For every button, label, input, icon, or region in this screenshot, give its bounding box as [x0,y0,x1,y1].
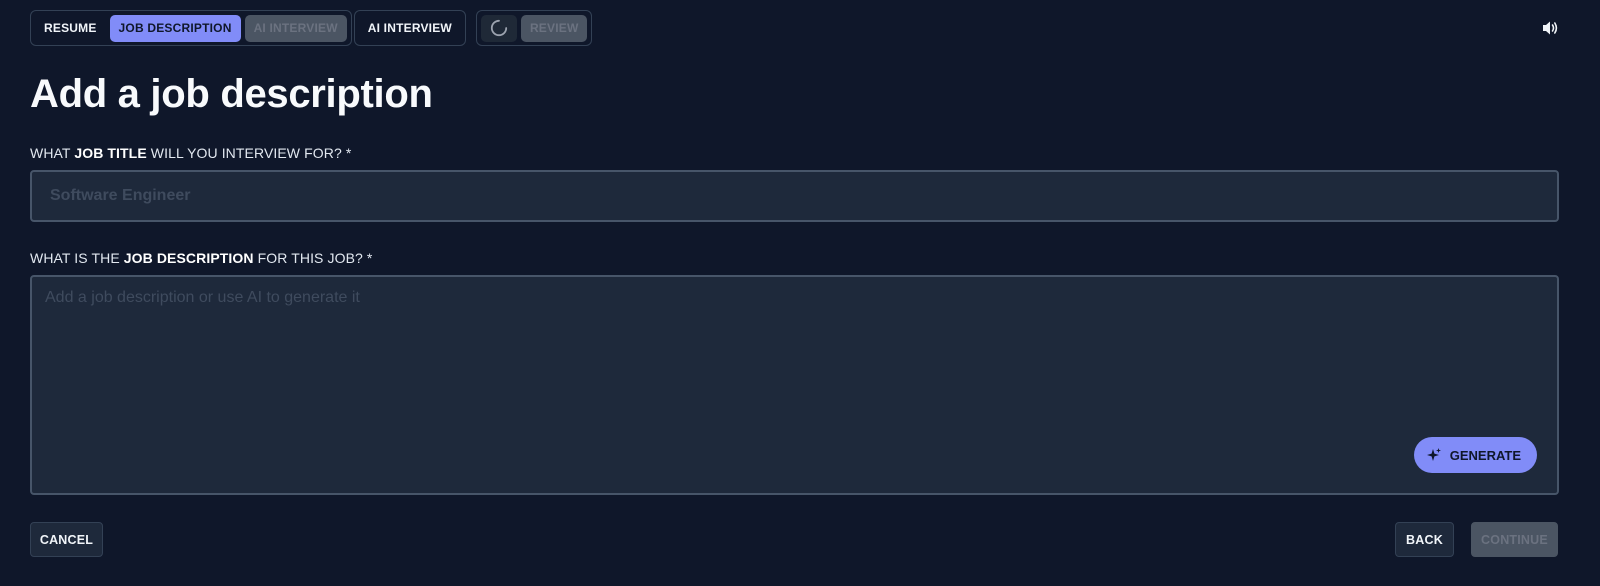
job-title-input[interactable] [30,170,1559,222]
page-title: Add a job description [30,72,433,116]
job-description-label-suffix: FOR THIS JOB? * [253,250,373,266]
generate-label: GENERATE [1449,447,1521,463]
step-job-description[interactable]: JOB DESCRIPTION [109,14,241,42]
page: RESUME JOB DESCRIPTION AI INTERVIEW AI I… [0,0,1600,586]
step-review: REVIEW [520,14,588,42]
job-description-field: GENERATE [30,275,1559,495]
spinner-container [480,14,517,42]
step-group-review: REVIEW [475,10,593,46]
step-ai-interview[interactable]: AI INTERVIEW [359,15,461,42]
job-title-label-suffix: WILL YOU INTERVIEW FOR? * [146,145,352,161]
job-description-label: WHAT IS THE JOB DESCRIPTION FOR THIS JOB… [30,250,372,266]
step-group-main: RESUME JOB DESCRIPTION AI INTERVIEW [30,10,352,46]
step-navigation: RESUME JOB DESCRIPTION AI INTERVIEW AI I… [30,10,593,46]
back-button[interactable]: BACK [1395,522,1454,557]
loading-spinner-icon [490,19,508,37]
generate-button[interactable]: GENERATE [1413,437,1537,473]
step-ai-interview-disabled: AI INTERVIEW [244,14,347,42]
step-resume[interactable]: RESUME [35,15,106,42]
speaker-icon[interactable] [1540,18,1560,38]
job-description-textarea[interactable] [32,277,1557,493]
continue-button: CONTINUE [1471,522,1558,557]
job-title-label-bold: JOB TITLE [74,145,147,161]
step-group-interview: AI INTERVIEW [353,10,466,46]
sparkle-icon [1426,448,1441,461]
job-title-label-prefix: WHAT [30,145,75,161]
job-description-label-prefix: WHAT IS THE [30,250,124,266]
cancel-button[interactable]: CANCEL [30,522,103,557]
job-title-label: WHAT JOB TITLE WILL YOU INTERVIEW FOR? * [30,145,351,161]
job-description-label-bold: JOB DESCRIPTION [123,250,254,266]
